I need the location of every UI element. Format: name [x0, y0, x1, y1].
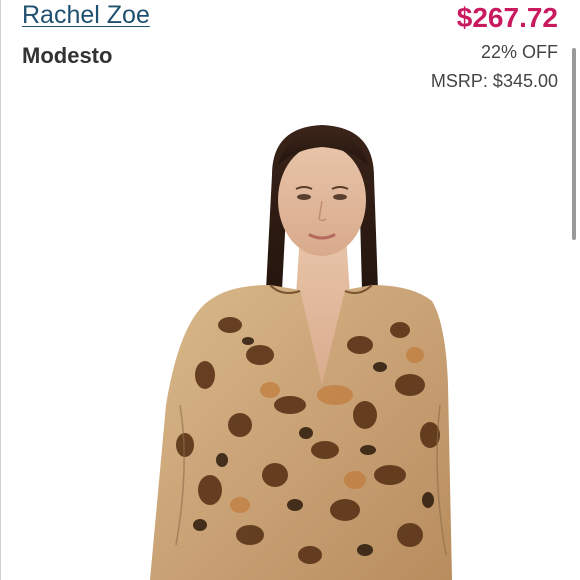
product-image: [150, 125, 452, 580]
msrp-price: MSRP: $345.00: [430, 71, 558, 91]
scrollbar-thumb[interactable]: [572, 48, 576, 240]
page-edge-divider: [0, 0, 1, 580]
brand-link[interactable]: Rachel Zoe: [22, 0, 150, 30]
product-detail-page: Rachel Zoe Modesto $267.72 22% OFF MSRP:…: [0, 0, 580, 580]
discount-percent: 22% OFF: [480, 42, 558, 62]
product-name: Modesto: [22, 43, 113, 68]
sale-price: $267.72: [456, 2, 558, 33]
